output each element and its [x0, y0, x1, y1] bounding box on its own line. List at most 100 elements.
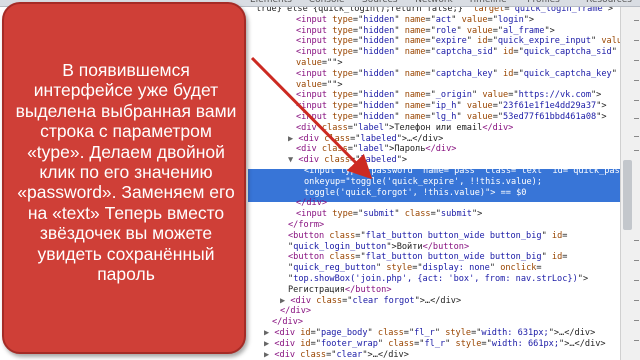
code-token: "	[489, 263, 501, 274]
code-line[interactable]: "quick_login_button">Войти</button>	[288, 242, 469, 253]
code-token: 23f61e1f1e4dd29a37	[503, 101, 597, 112]
code-token: class	[388, 338, 415, 349]
code-token: <input	[296, 14, 333, 25]
code-line[interactable]: ▶ <div class="clear">…</div>	[264, 350, 409, 360]
code-token: width: 631px;	[481, 328, 549, 338]
code-token: type	[332, 90, 353, 101]
code-token: ="	[352, 209, 364, 220]
devtools-tab[interactable]: Timeline	[468, 0, 506, 5]
code-token: ▶	[288, 133, 299, 144]
devtools-tab[interactable]: Resources	[586, 0, 632, 5]
code-line[interactable]: <div class="label">Телефон или email</di…	[296, 123, 513, 134]
code-token: target	[473, 7, 505, 14]
code-token: id	[300, 328, 311, 338]
code-token: <input	[296, 47, 333, 58]
elements-panel: <input type="password" name="pass" class…	[248, 7, 620, 360]
code-line[interactable]: <button class="flat_button button_wide b…	[288, 231, 567, 242]
panel-scrollbar-thumb[interactable]	[623, 160, 632, 230]
code-token: Войти	[396, 241, 423, 252]
code-token: name	[404, 25, 426, 36]
devtools-tab[interactable]: Sources	[362, 0, 398, 5]
code-token: ="	[492, 112, 504, 122]
code-token: name	[404, 36, 426, 47]
code-line[interactable]: <input type="hidden" name="act" value="l…	[296, 15, 534, 26]
code-line[interactable]: <input type="hidden" name="role" value="…	[296, 26, 555, 37]
code-line[interactable]: toggle('quick_forgot', !this.value)"> ==…	[304, 188, 527, 199]
code-token: "	[412, 166, 424, 176]
code-token: hidden	[363, 36, 395, 47]
code-token: ="	[562, 166, 574, 176]
code-token: ▼	[288, 155, 299, 166]
code-token: hidden	[363, 112, 395, 122]
code-token: type	[332, 36, 353, 47]
code-token: "	[394, 36, 405, 47]
code-token: </button>	[422, 241, 470, 252]
code-token: <input	[296, 209, 333, 220]
code-line[interactable]: "quick_reg_button" style="display: none"…	[288, 263, 542, 274]
code-token: ="	[425, 14, 436, 25]
code-token: ="	[360, 166, 372, 176]
code-token: label	[358, 122, 384, 133]
code-token: ="	[487, 14, 498, 25]
devtools-tab[interactable]: Console	[309, 0, 345, 5]
code-token: ">…</div>	[396, 133, 444, 144]
code-token: value	[466, 25, 493, 36]
code-token: ">	[591, 90, 602, 101]
code-token: ">	[386, 241, 397, 252]
code-token: toggle('quick_forgot', !this.value)	[304, 187, 486, 198]
code-line[interactable]: onkeyup="toggle('quick_expire', !!this.v…	[304, 177, 542, 188]
code-line[interactable]: <input type="hidden" name="captcha_sid" …	[296, 47, 617, 58]
devtools-tab[interactable]: Profiles	[527, 0, 560, 5]
code-line[interactable]: </div>	[272, 317, 303, 328]
code-line[interactable]: <input type="submit" class="submit">	[296, 209, 482, 220]
code-line[interactable]: "top.showBox('join.php', {act: 'box', fr…	[288, 274, 588, 285]
code-token: name	[404, 68, 426, 79]
code-token: type	[332, 25, 353, 36]
code-line[interactable]: </div>	[296, 198, 327, 209]
code-token: "	[541, 252, 552, 263]
code-token: ="	[355, 230, 366, 241]
devtools-tab[interactable]: Network	[415, 0, 453, 5]
code-token: true} else {quick_login();return false;}…	[256, 7, 474, 14]
code-token: =	[536, 263, 542, 274]
code-line[interactable]: ▶ <div class="clear forgot">…</div>	[280, 296, 461, 307]
gutter-mark	[634, 150, 639, 151]
code-line[interactable]: ▼ <div class="labeled">	[288, 155, 407, 166]
code-token: ="	[352, 25, 364, 36]
code-line[interactable]: <input type="hidden" name="expire" id="q…	[296, 36, 620, 47]
code-line[interactable]: <input type="hidden" name="ip_h" value="…	[296, 101, 607, 112]
code-token: "	[611, 68, 617, 79]
selected-node-highlight[interactable]: <input type="password" name="pass" class…	[248, 166, 620, 202]
code-token: type	[332, 112, 353, 122]
code-line[interactable]: value="">	[296, 80, 343, 91]
code-line[interactable]: <input type="password" name="pass" class…	[304, 166, 620, 177]
code-token: ="	[414, 338, 425, 349]
code-token: "	[394, 209, 405, 220]
code-token: "	[375, 263, 387, 274]
code-line[interactable]: Регистрация</button>	[288, 285, 392, 296]
code-token: ="	[508, 90, 519, 101]
code-line[interactable]: true} else {quick_login();return false;}…	[256, 7, 613, 15]
code-line[interactable]: </form>	[288, 220, 324, 231]
code-token: "	[471, 90, 483, 101]
code-line[interactable]: ▶ <div id="footer_wrap" class="fl_r" sty…	[264, 339, 606, 350]
code-line[interactable]: ▶ <div class="labeled">…</div>	[288, 134, 443, 145]
code-token: </div>	[272, 317, 304, 328]
code-line[interactable]: <input type="hidden" name="lg_h" value="…	[296, 112, 607, 123]
code-line[interactable]: value="">	[296, 58, 343, 69]
devtools-tab[interactable]: Elements	[250, 0, 292, 5]
code-token: text	[521, 166, 543, 176]
code-token: <div	[298, 155, 325, 166]
code-token: ="	[350, 133, 361, 144]
code-line[interactable]: <button class="flat_button button_wide b…	[288, 252, 567, 263]
code-token: ">	[602, 7, 614, 14]
code-token: name	[404, 47, 426, 58]
code-token: "	[394, 90, 405, 101]
code-line[interactable]: </div>	[280, 306, 311, 317]
code-line[interactable]: <div class="label">Пароль</div>	[296, 144, 456, 155]
code-token: display: none	[422, 263, 490, 274]
code-line[interactable]: ▶ <div id="page_body" class="fl_r" style…	[264, 328, 595, 339]
code-line[interactable]: <input type="hidden" name="captcha_key" …	[296, 69, 617, 80]
code-line[interactable]: <input type="hidden" name="_origin" valu…	[296, 90, 601, 101]
code-token: quick_login_frame	[514, 7, 603, 14]
